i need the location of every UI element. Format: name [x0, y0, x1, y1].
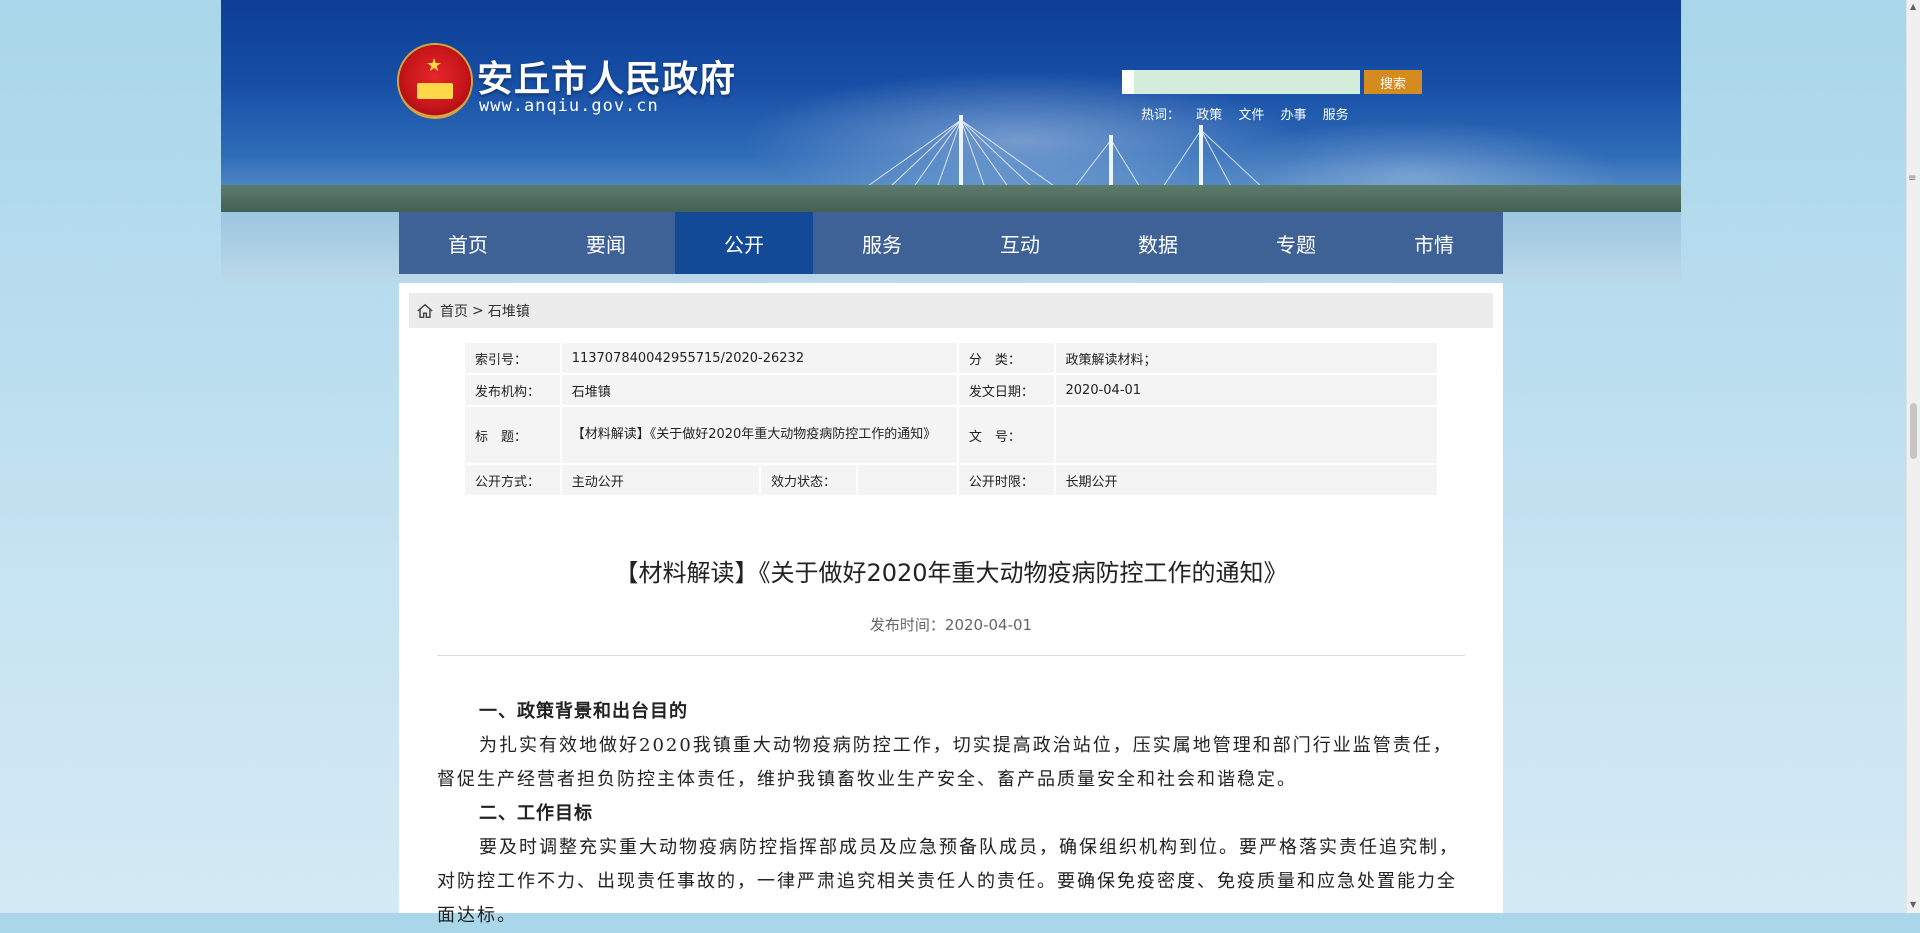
- meta-label: 索引号：: [465, 343, 560, 373]
- article-body: 一、政策背景和出台目的 为扎实有效地做好2020我镇重大动物疫病防控工作，切实提…: [437, 695, 1465, 933]
- meta-index-value: 113707840042955715/2020-26232: [561, 343, 957, 373]
- search-button[interactable]: 搜索: [1364, 70, 1422, 94]
- nav-item-interaction[interactable]: 互动: [951, 212, 1089, 274]
- scroll-down-arrow-icon[interactable]: ▼: [1910, 900, 1916, 910]
- search-input[interactable]: [1122, 70, 1360, 94]
- divider: [437, 655, 1465, 656]
- hot-word-link[interactable]: 政策: [1196, 108, 1222, 123]
- meta-label: 发布机构：: [465, 375, 560, 405]
- section-heading: 一、政策背景和出台目的: [479, 701, 688, 722]
- meta-publisher-value: 石堆镇: [561, 375, 957, 405]
- scroll-grip-icon: ≡: [1908, 173, 1917, 184]
- breadcrumb: 首页 > 石堆镇: [409, 293, 1493, 328]
- nav-item-topics[interactable]: 专题: [1227, 212, 1365, 274]
- nav-item-data[interactable]: 数据: [1089, 212, 1227, 274]
- article-title: 【材料解读】《关于做好2020年重大动物疫病防控工作的通知》: [614, 559, 1288, 587]
- national-emblem-logo: ★: [399, 45, 471, 117]
- meta-label: 分 类：: [958, 343, 1054, 373]
- section-heading: 二、工作目标: [479, 803, 593, 824]
- nav-item-city-info[interactable]: 市情: [1365, 212, 1503, 274]
- meta-label: 效力状态：: [760, 465, 857, 495]
- meta-label: 标 题：: [465, 407, 560, 463]
- vertical-scrollbar[interactable]: ▲ ≡ ▼: [1906, 0, 1920, 913]
- meta-open-period-value: 长期公开: [1055, 465, 1437, 495]
- site-url: www.anqiu.gov.cn: [479, 96, 659, 116]
- document-metadata-table: 索引号： 113707840042955715/2020-26232 分 类： …: [463, 341, 1439, 497]
- scroll-up-arrow-icon[interactable]: ▲: [1910, 2, 1916, 12]
- hot-words: 热词： 政策 文件 办事 服务: [1141, 104, 1361, 123]
- nav-item-news[interactable]: 要闻: [537, 212, 675, 274]
- meta-doc-no-value: [1055, 407, 1437, 463]
- home-icon: [417, 303, 433, 318]
- meta-label: 公开时限：: [958, 465, 1054, 495]
- content-panel: 首页 > 石堆镇 索引号： 113707840042955715/2020-26…: [399, 283, 1503, 926]
- hot-words-label: 热词：: [1141, 108, 1181, 123]
- scrollbar-thumb[interactable]: [1910, 403, 1917, 459]
- nav-item-home[interactable]: 首页: [399, 212, 537, 274]
- breadcrumb-home-link[interactable]: 首页: [440, 301, 468, 321]
- meta-label: 发文日期：: [958, 375, 1054, 405]
- breadcrumb-separator: >: [472, 302, 484, 319]
- meta-title-value: 【材料解读】《关于做好2020年重大动物疫病防控工作的通知》: [561, 407, 957, 463]
- nav-item-disclosure[interactable]: 公开: [675, 212, 813, 274]
- paragraph: 为扎实有效地做好2020我镇重大动物疫病防控工作，切实提高政治站位，压实属地管理…: [437, 735, 1453, 790]
- site-title: 安丘市人民政府: [477, 59, 737, 100]
- main-nav: 首页 要闻 公开 服务 互动 数据 专题 市情: [399, 212, 1503, 274]
- nav-item-service[interactable]: 服务: [813, 212, 951, 274]
- meta-validity-value: [858, 465, 957, 495]
- publish-time: 发布时间：2020-04-01: [869, 616, 1033, 634]
- meta-date-value: 2020-04-01: [1055, 375, 1437, 405]
- hot-word-link[interactable]: 服务: [1323, 108, 1349, 123]
- meta-open-mode-value: 主动公开: [561, 465, 759, 495]
- meta-category-value: 政策解读材料；: [1055, 343, 1437, 373]
- hot-word-link[interactable]: 办事: [1280, 108, 1306, 123]
- tree-line: [221, 185, 1681, 215]
- breadcrumb-current[interactable]: 石堆镇: [488, 301, 530, 321]
- hot-word-link[interactable]: 文件: [1238, 108, 1264, 123]
- meta-label: 公开方式：: [465, 465, 560, 495]
- meta-label: 文 号：: [958, 407, 1054, 463]
- paragraph: 要及时调整充实重大动物疫病防控指挥部成员及应急预备队成员，确保组织机构到位。要严…: [437, 837, 1459, 926]
